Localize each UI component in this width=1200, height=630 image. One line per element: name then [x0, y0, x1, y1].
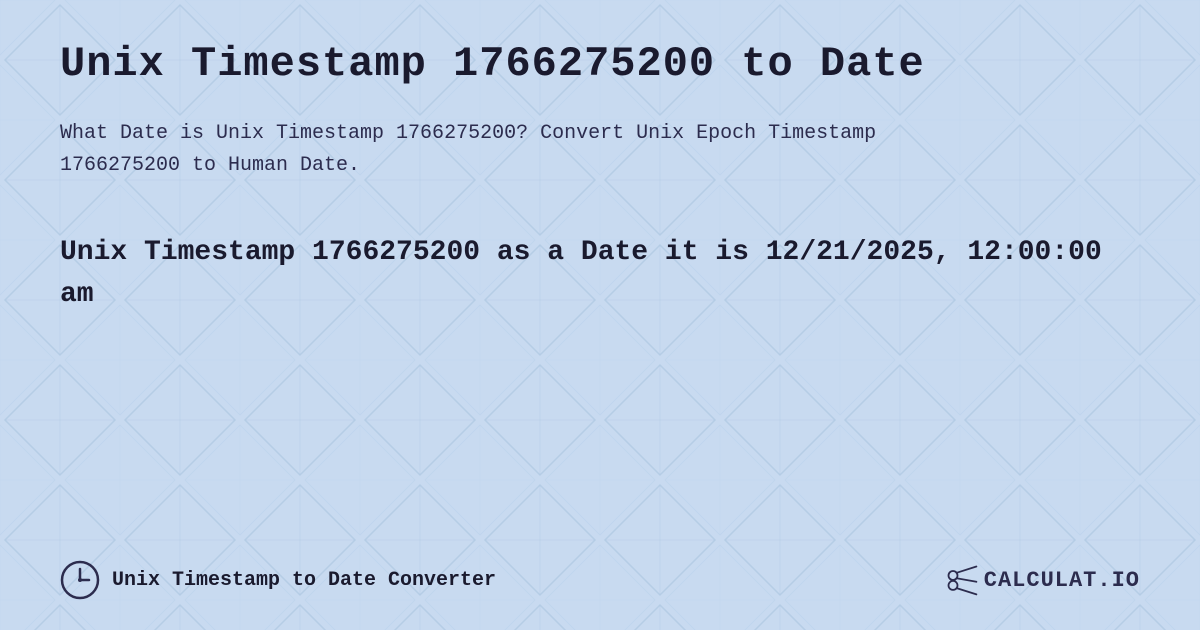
result-text: Unix Timestamp 1766275200 as a Date it i… — [60, 232, 1140, 316]
page-description: What Date is Unix Timestamp 1766275200? … — [60, 118, 960, 182]
calculat-logo-icon — [944, 562, 980, 598]
calculat-logo-text: CALCULAT.IO — [984, 568, 1140, 593]
result-section: Unix Timestamp 1766275200 as a Date it i… — [60, 232, 1140, 316]
clock-icon — [60, 560, 100, 600]
footer-link-area[interactable]: Unix Timestamp to Date Converter — [60, 560, 496, 600]
page-footer: Unix Timestamp to Date Converter CALCULA… — [60, 560, 1140, 600]
calculat-logo[interactable]: CALCULAT.IO — [944, 562, 1140, 598]
page-title: Unix Timestamp 1766275200 to Date — [60, 40, 1140, 88]
footer-link-text[interactable]: Unix Timestamp to Date Converter — [112, 569, 496, 592]
